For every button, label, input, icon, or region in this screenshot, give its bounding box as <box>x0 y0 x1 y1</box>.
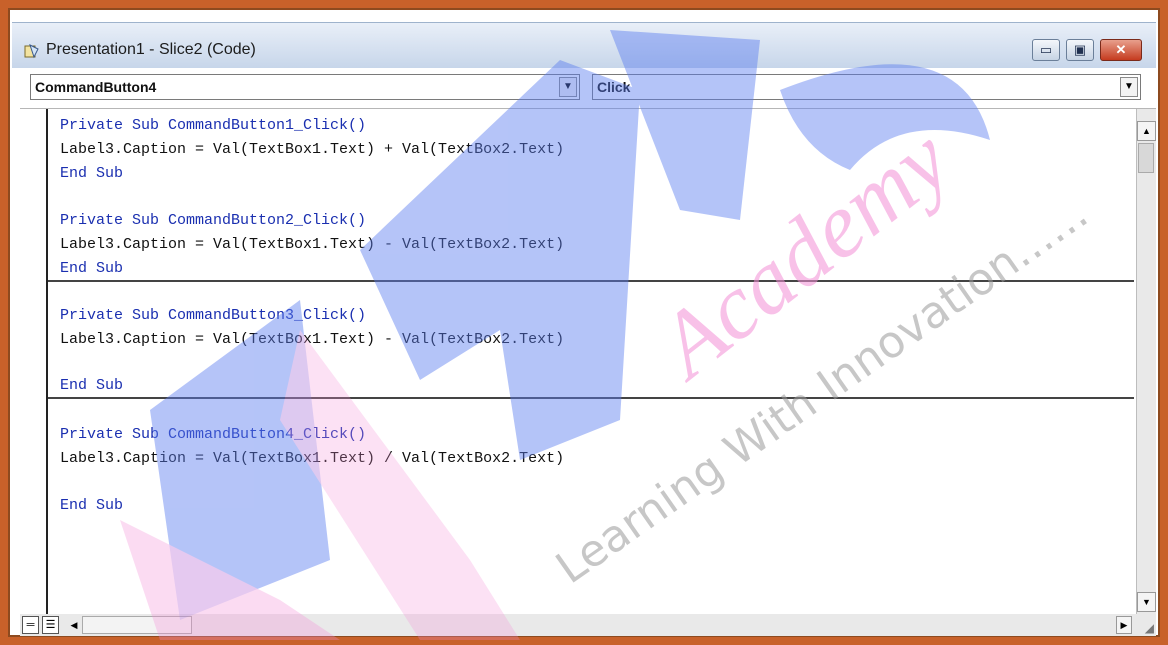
code-line[interactable]: End Sub <box>60 260 123 277</box>
close-icon: ✕ <box>1115 42 1127 57</box>
code-line[interactable]: Label3.Caption = Val(TextBox1.Text) / Va… <box>60 450 564 467</box>
margin-indicator-bar <box>20 109 48 614</box>
chevron-down-icon[interactable]: ▼ <box>559 77 577 97</box>
resize-grip-icon[interactable]: ◢ <box>1145 621 1154 635</box>
object-dropdown-value: CommandButton4 <box>35 79 157 95</box>
close-button[interactable]: ✕ <box>1100 39 1142 61</box>
object-dropdown[interactable]: CommandButton4 ▼ <box>30 74 580 100</box>
vertical-scrollbar[interactable]: ▲ ▼ <box>1136 109 1156 614</box>
procedure-separator <box>48 397 1134 399</box>
procedure-dropdown[interactable]: Click ▼ <box>592 74 1141 100</box>
code-line[interactable]: End Sub <box>60 165 123 182</box>
procedure-view-icon[interactable]: ═ <box>22 616 39 634</box>
procedure-dropdown-value: Click <box>597 79 631 95</box>
code-line[interactable]: End Sub <box>60 377 123 394</box>
code-line[interactable]: Label3.Caption = Val(TextBox1.Text) - Va… <box>60 331 564 348</box>
scroll-up-icon[interactable]: ▲ <box>1137 121 1156 141</box>
code-line[interactable]: Private Sub CommandButton4_Click() <box>60 426 366 443</box>
window-title: Presentation1 - Slice2 (Code) <box>46 41 256 58</box>
code-line[interactable]: Label3.Caption = Val(TextBox1.Text) + Va… <box>60 141 564 158</box>
scroll-left-icon[interactable]: ◀ <box>66 616 82 634</box>
window-titlebar: Presentation1 - Slice2 (Code) ▭ ▣ ✕ <box>12 22 1156 68</box>
minimize-button[interactable]: ▭ <box>1032 39 1060 61</box>
full-module-view-icon[interactable]: ☰ <box>42 616 59 634</box>
code-window-footer: ═ ☰ ◀ ▶ ◢ <box>20 614 1156 636</box>
chevron-down-icon[interactable]: ▼ <box>1120 77 1138 97</box>
code-line[interactable]: Private Sub CommandButton2_Click() <box>60 212 366 229</box>
code-editor[interactable]: Private Sub CommandButton1_Click() Label… <box>48 109 1134 614</box>
minimize-icon: ▭ <box>1039 42 1053 57</box>
maximize-icon: ▣ <box>1073 42 1087 57</box>
horizontal-scroll-thumb[interactable] <box>82 616 192 634</box>
code-line[interactable]: End Sub <box>60 497 123 514</box>
vba-project-icon <box>24 44 39 59</box>
scroll-down-icon[interactable]: ▼ <box>1137 592 1156 612</box>
code-window[interactable]: Private Sub CommandButton1_Click() Label… <box>20 108 1156 614</box>
code-line[interactable]: Private Sub CommandButton1_Click() <box>60 117 366 134</box>
code-line[interactable]: Label3.Caption = Val(TextBox1.Text) - Va… <box>60 236 564 253</box>
code-line[interactable]: Private Sub CommandButton3_Click() <box>60 307 366 324</box>
maximize-button[interactable]: ▣ <box>1066 39 1094 61</box>
scroll-thumb[interactable] <box>1138 143 1154 173</box>
scroll-right-icon[interactable]: ▶ <box>1116 616 1132 634</box>
procedure-separator <box>48 280 1134 282</box>
